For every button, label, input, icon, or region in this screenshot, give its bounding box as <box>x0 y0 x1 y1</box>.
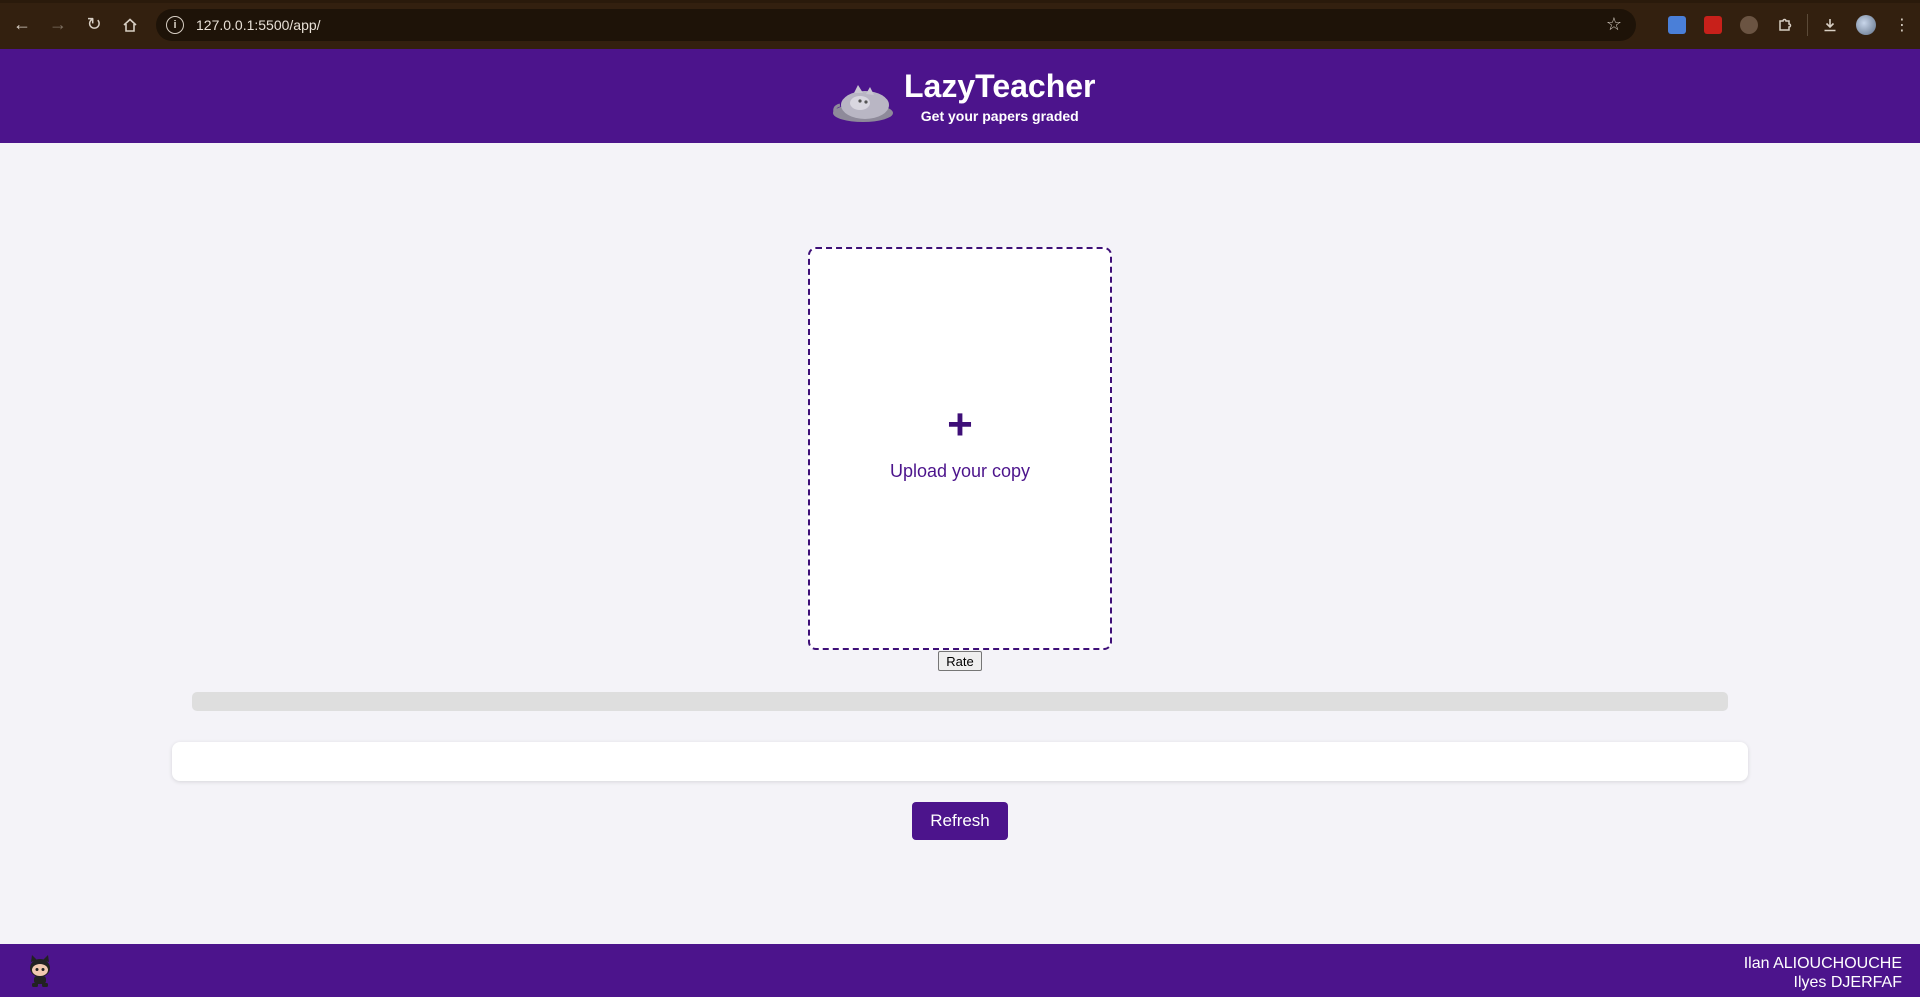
profile-avatar[interactable] <box>1848 7 1884 43</box>
refresh-button[interactable]: Refresh <box>912 802 1008 840</box>
reload-icon[interactable]: ↻ <box>76 7 112 43</box>
home-icon[interactable] <box>112 7 148 43</box>
plus-icon: + <box>947 400 973 449</box>
author-1: Ilan ALIOUCHOUCHE <box>1743 955 1902 972</box>
rate-button[interactable]: Rate <box>938 651 982 671</box>
address-url[interactable]: 127.0.0.1:5500/app/ <box>196 17 321 33</box>
site-info-icon[interactable]: i <box>166 16 184 34</box>
extensions-area: ⋮ <box>1659 0 1920 49</box>
sleeping-cat-logo <box>833 85 893 122</box>
puzzle-extensions-icon[interactable] <box>1767 7 1803 43</box>
authors: Ilan ALIOUCHOUCHE Ilyes DJERFAF <box>1744 954 1902 992</box>
bookmark-star-icon[interactable]: ☆ <box>1606 14 1622 35</box>
download-icon[interactable] <box>1812 7 1848 43</box>
progress-bar <box>192 692 1728 711</box>
app-header: LazyTeacher Get your papers graded <box>0 49 1920 143</box>
app-footer: Ilan ALIOUCHOUCHE Ilyes DJERFAF <box>0 944 1920 997</box>
toolbar-separator <box>1807 13 1808 36</box>
github-octocat-icon[interactable] <box>26 954 54 988</box>
app-subtitle: Get your papers graded <box>920 108 1079 124</box>
brand: LazyTeacher Get your papers graded <box>830 49 1096 143</box>
menu-icon[interactable]: ⋮ <box>1884 7 1920 43</box>
extension-icon[interactable] <box>1731 7 1767 43</box>
pdf-extension-icon[interactable] <box>1695 7 1731 43</box>
forward-icon[interactable]: → <box>40 7 76 43</box>
browser-toolbar: ← → ↻ i 127.0.0.1:5500/app/ ☆ ⋮ <box>0 0 1920 49</box>
upload-dropzone[interactable]: + Upload your copy <box>808 247 1112 650</box>
address-bar[interactable]: i 127.0.0.1:5500/app/ ☆ <box>156 9 1636 41</box>
tab-strip-edge <box>0 0 1920 3</box>
brand-text: LazyTeacher Get your papers graded <box>904 68 1096 124</box>
translate-extension-icon[interactable] <box>1659 7 1695 43</box>
result-box <box>172 742 1748 781</box>
author-2: Ilyes DJERFAF <box>1793 974 1902 991</box>
upload-label: Upload your copy <box>889 461 1031 481</box>
nav-buttons: ← → ↻ <box>4 7 148 43</box>
back-icon[interactable]: ← <box>4 7 40 43</box>
app-title: LazyTeacher <box>904 68 1096 104</box>
